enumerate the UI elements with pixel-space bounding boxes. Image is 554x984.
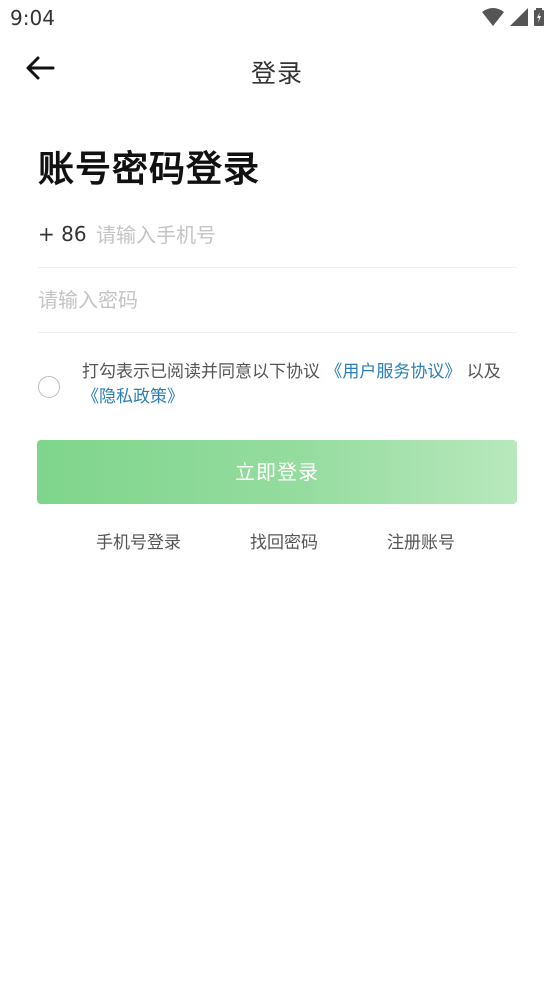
user-agreement-link[interactable]: 《用户服务协议》 [325,362,461,382]
login-button[interactable]: 立即登录 [37,440,517,504]
top-nav-bar: 登录 [0,44,554,96]
phone-login-link[interactable]: 手机号登录 [96,528,181,553]
status-time: 9:04 [10,6,55,30]
privacy-policy-link[interactable]: 《隐私政策》 [82,387,184,407]
phone-input[interactable] [96,217,496,253]
page-title: 账号密码登录 [38,149,261,190]
status-icons [482,8,544,30]
battery-icon [534,8,544,30]
find-password-link[interactable]: 找回密码 [250,528,318,553]
password-field-row [38,268,517,333]
agreement-prefix: 打勾表示已阅读并同意以下协议 [82,362,320,382]
status-bar: 9:04 [0,0,554,38]
register-link[interactable]: 注册账号 [387,528,455,553]
agreement-text: 打勾表示已阅读并同意以下协议 《用户服务协议》 以及《隐私政策》 [82,360,518,410]
cell-signal-icon [510,8,528,30]
agreement-checkbox[interactable] [38,376,60,398]
nav-title: 登录 [250,59,303,88]
bottom-links: 手机号登录 找回密码 注册账号 [0,528,554,556]
country-code-selector[interactable]: + 86 [38,222,87,246]
agreement-conjunction: 以及 [461,362,501,382]
password-input[interactable] [38,282,508,318]
wifi-icon [482,8,504,30]
phone-field-row: + 86 [38,203,517,268]
